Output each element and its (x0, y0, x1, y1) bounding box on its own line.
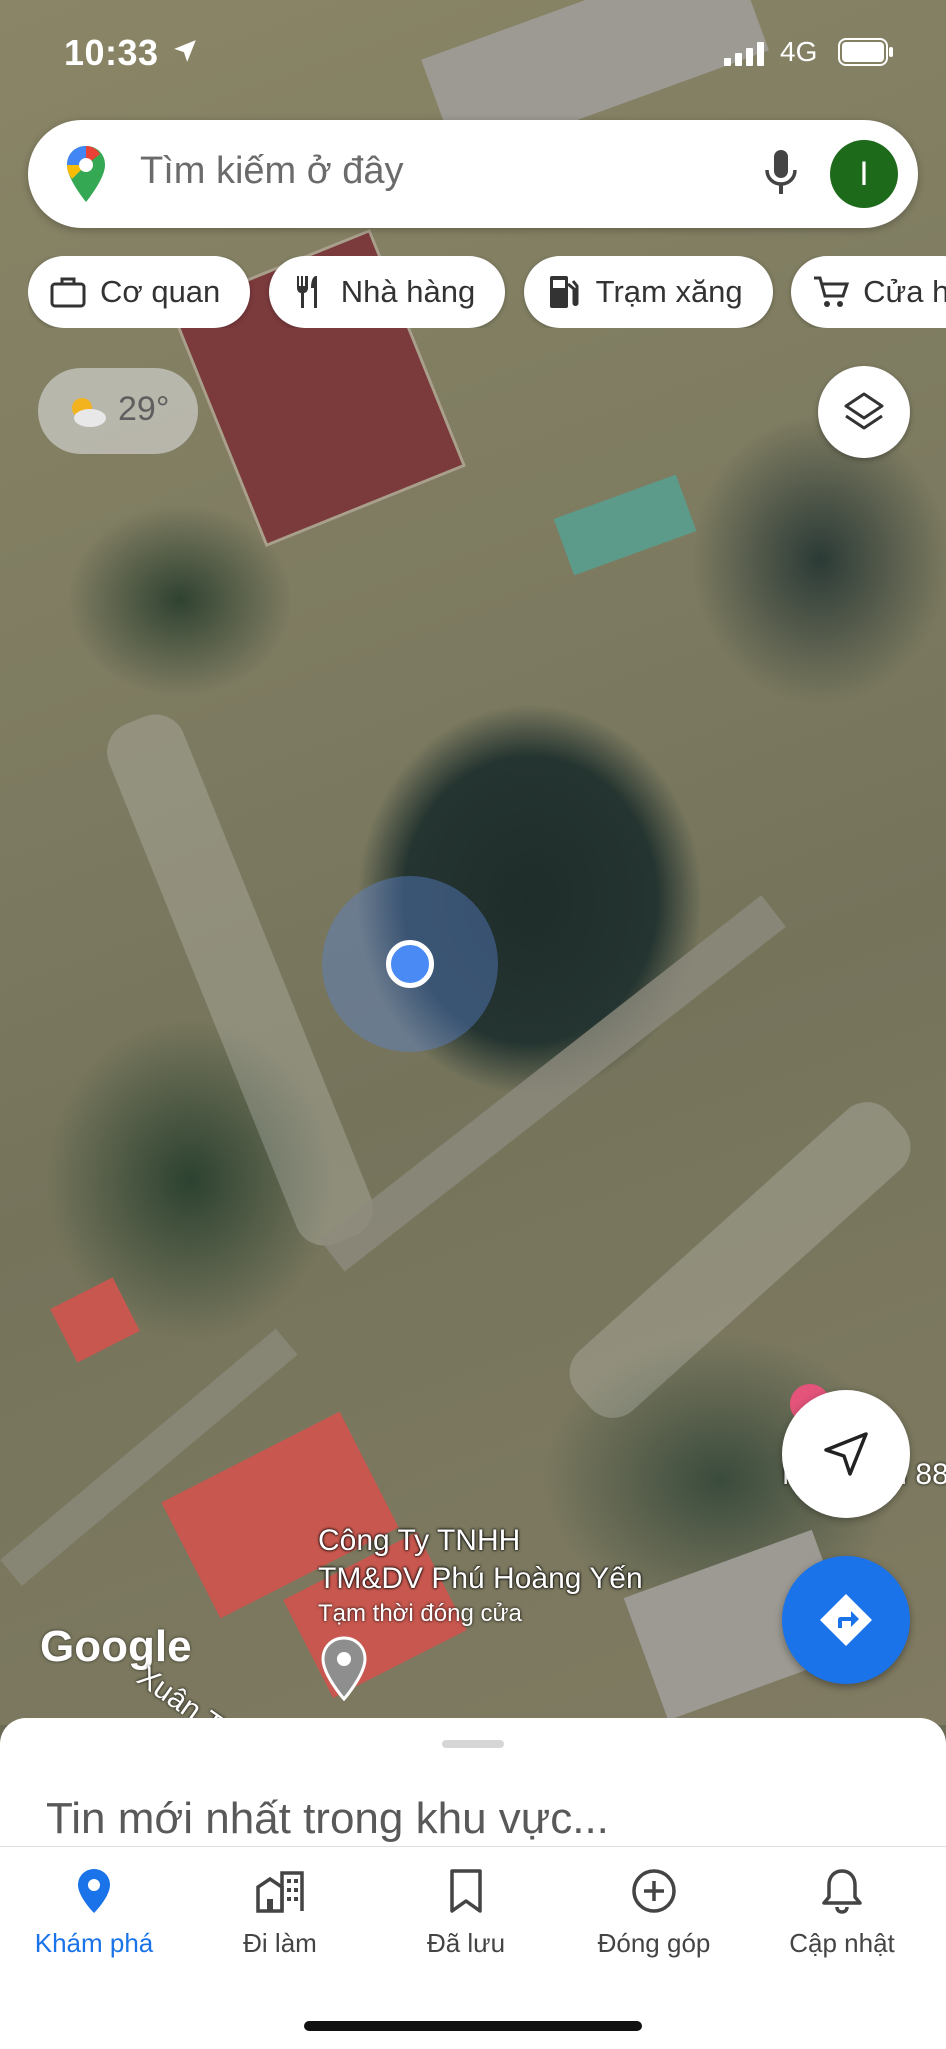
company-label[interactable]: Công Ty TNHH TM&DV Phú Hoàng Yến (318, 1522, 643, 1598)
nav-label: Đã lưu (426, 1928, 506, 1958)
explore-pin-icon (78, 1869, 110, 1913)
search-input[interactable]: Tìm kiếm ở đây (140, 150, 404, 193)
gas-station-icon (549, 276, 579, 308)
sheet-drag-handle[interactable] (442, 1740, 504, 1748)
bottom-navigation: Khám phá Đi làm Đã lưu Đóng góp Cập nhật (0, 1846, 946, 2049)
battery-icon (838, 38, 893, 66)
location-arrow-icon (174, 40, 196, 62)
home-indicator[interactable] (304, 2021, 642, 2031)
google-attribution: Google (40, 1622, 192, 1671)
add-circle-icon (632, 1869, 676, 1913)
company-name-line1: Công Ty TNHH (318, 1524, 521, 1557)
weather-badge[interactable]: 29° (38, 368, 198, 454)
building-roof (553, 474, 697, 576)
sheet-title: Tin mới nhất trong khu vực... (46, 1794, 609, 1843)
network-type: 4G (780, 36, 818, 67)
status-bar: 10:33 4G (0, 0, 946, 100)
microphone-icon[interactable] (760, 148, 802, 200)
directions-icon (820, 1594, 872, 1646)
google-maps-logo-icon (67, 146, 105, 202)
chip-gas-stations[interactable]: Trạm xăng (523, 256, 773, 328)
signal-icon (724, 42, 764, 66)
chip-label: Trạm xăng (595, 274, 743, 309)
bottom-sheet[interactable]: Tin mới nhất trong khu vực... (0, 1718, 946, 1848)
nav-contribute[interactable]: Đóng góp (564, 1865, 744, 1959)
category-chips: Cơ quan Nhà hàng Trạm xăng Cửa h (28, 256, 946, 328)
shopping-cart-icon (814, 276, 850, 307)
bell-icon (822, 1869, 862, 1914)
road (557, 1089, 923, 1431)
building-roof (50, 1277, 140, 1363)
my-location-dot[interactable] (386, 940, 434, 988)
chip-label: Cơ quan (100, 274, 221, 309)
directions-button[interactable] (782, 1556, 910, 1684)
chip-shopping[interactable]: Cửa h (791, 256, 946, 328)
nav-commute[interactable]: Đi làm (190, 1865, 370, 1959)
chip-label: Nhà hàng (340, 274, 476, 309)
commute-building-icon (256, 1871, 304, 1913)
nav-label: Đi làm (243, 1928, 317, 1958)
nav-label: Cập nhật (789, 1928, 895, 1958)
layers-button[interactable] (818, 366, 910, 458)
bookmark-icon (450, 1869, 482, 1913)
restaurant-icon (296, 276, 317, 308)
recenter-button[interactable] (782, 1390, 910, 1518)
nav-label: Khám phá (34, 1928, 154, 1958)
chip-work[interactable]: Cơ quan (28, 256, 251, 328)
place-pin-icon[interactable] (320, 1636, 368, 1702)
company-name-line2: TM&DV Phú Hoàng Yến (318, 1562, 643, 1595)
account-avatar[interactable]: I (830, 140, 898, 208)
search-bar[interactable]: Tìm kiếm ở đây I (28, 120, 918, 228)
layers-icon (844, 392, 884, 430)
nav-label: Đóng góp (597, 1928, 711, 1958)
partly-sunny-icon (72, 398, 106, 427)
chip-restaurants[interactable]: Nhà hàng (268, 256, 506, 328)
weather-temperature: 29° (118, 390, 170, 428)
nav-explore[interactable]: Khám phá (4, 1865, 184, 1959)
nav-updates[interactable]: Cập nhật (752, 1865, 932, 1959)
nav-saved[interactable]: Đã lưu (376, 1865, 556, 1959)
status-time: 10:33 (64, 32, 159, 73)
company-status: Tạm thời đóng cửa (318, 1600, 522, 1627)
briefcase-icon (50, 277, 86, 308)
navigation-arrow-icon (824, 1432, 868, 1476)
chip-label: Cửa h (863, 274, 946, 309)
